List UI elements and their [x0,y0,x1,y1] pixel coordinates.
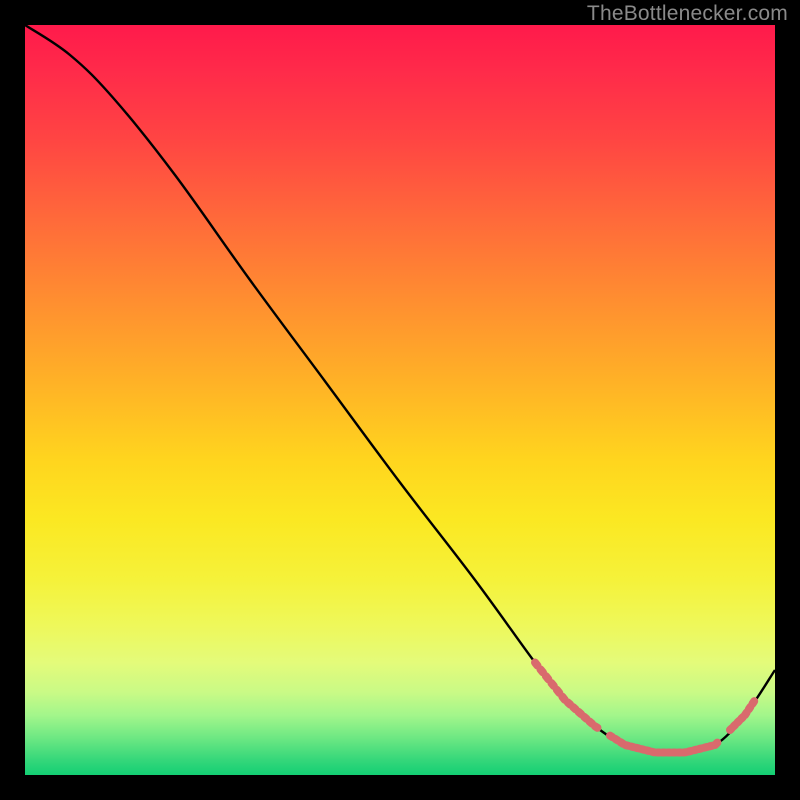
highlight-seg-1 [610,736,717,753]
chart-container: TheBottlenecker.com [0,0,800,800]
highlight-seg-2 [730,701,754,730]
bottleneck-curve [25,25,775,754]
curve-svg [25,25,775,775]
attribution-label: TheBottlenecker.com [587,2,788,26]
plot-area [25,25,775,775]
highlight-seg-0 [535,663,597,728]
